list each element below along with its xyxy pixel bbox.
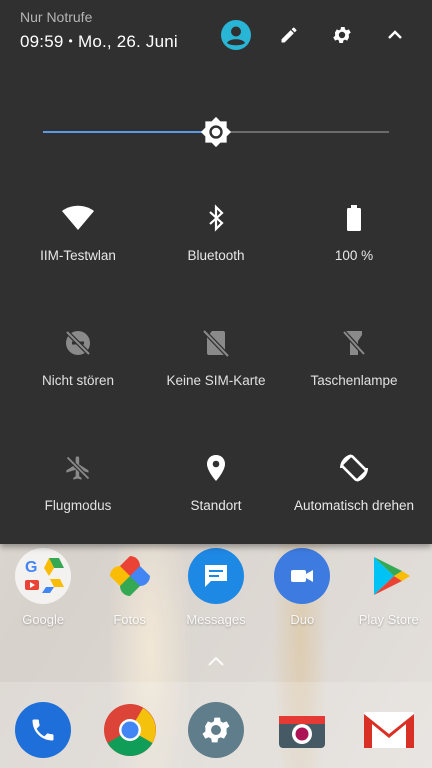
quick-settings-panel: Nur Notrufe 09:59 • Mo., 26. Juni IIM-Te…: [0, 0, 432, 544]
tile-auto-rotate[interactable]: Automatisch drehen: [282, 450, 426, 514]
tile-wifi[interactable]: IIM-Testwlan: [6, 200, 150, 264]
app-label: Play Store: [358, 612, 419, 627]
flashlight-off-icon: [336, 325, 372, 361]
gmail-icon: [361, 702, 417, 758]
tile-location[interactable]: Standort: [144, 450, 288, 514]
app-google-folder[interactable]: G Google: [3, 548, 83, 627]
tile-battery[interactable]: 100 %: [282, 200, 426, 264]
tile-label: IIM-Testwlan: [40, 248, 116, 263]
auto-rotate-icon: [336, 450, 372, 486]
collapse-chevron-up-icon: [388, 30, 402, 39]
tile-sim[interactable]: Keine SIM-Karte: [144, 325, 288, 389]
tile-flashlight[interactable]: Taschenlampe: [282, 325, 426, 389]
tile-label: Bluetooth: [187, 248, 245, 263]
app-photos[interactable]: Fotos: [90, 548, 170, 627]
svg-text:G: G: [25, 559, 37, 576]
date-text: Mo., 26. Juni: [77, 32, 178, 51]
app-messages[interactable]: Messages: [176, 548, 256, 627]
app-label: Google: [22, 612, 65, 627]
tile-label: Nicht stören: [41, 373, 115, 388]
edit-tiles-button[interactable]: [272, 18, 306, 52]
settings-gear-icon: [333, 26, 351, 44]
brightness-slider[interactable]: [43, 116, 389, 148]
separator-dot: •: [68, 34, 73, 48]
date-time[interactable]: 09:59 • Mo., 26. Juni: [20, 32, 178, 52]
status-header: Nur Notrufe 09:59 • Mo., 26. Juni: [20, 9, 178, 52]
user-account-icon: [221, 20, 251, 50]
chrome-icon: [102, 702, 158, 758]
clock-time: 09:59: [20, 32, 64, 51]
app-label: Duo: [290, 612, 315, 627]
dock-app-row: [0, 702, 432, 758]
app-label: Messages: [186, 612, 246, 627]
location-pin-icon: [198, 450, 234, 486]
dock-settings[interactable]: [176, 702, 256, 758]
app-duo[interactable]: Duo: [262, 548, 342, 627]
phone-icon: [15, 702, 72, 758]
app-drawer-chevron-icon[interactable]: [206, 654, 226, 673]
airplane-off-icon: [60, 450, 96, 486]
app-label: Fotos: [113, 612, 146, 627]
duo-icon: [274, 548, 331, 604]
edit-pencil-icon: [281, 27, 297, 43]
tile-bluetooth[interactable]: Bluetooth: [144, 200, 288, 264]
brightness-slider-thumb[interactable]: [200, 116, 232, 148]
tile-label: Taschenlampe: [310, 373, 398, 388]
home-app-row: G Google Fotos Messages Duo Play Store: [0, 548, 432, 627]
tile-label: Flugmodus: [44, 498, 112, 513]
settings-app-icon: [187, 702, 244, 758]
play-store-icon: [361, 548, 417, 604]
user-account-button[interactable]: [219, 18, 253, 52]
bluetooth-icon: [198, 200, 234, 236]
header-actions: [200, 18, 412, 52]
tile-do-not-disturb[interactable]: Nicht stören: [6, 325, 150, 389]
messages-icon: [187, 548, 244, 604]
brightness-slider-fill: [43, 131, 216, 133]
collapse-button[interactable]: [378, 18, 412, 52]
tile-label: Automatisch drehen: [293, 498, 415, 513]
dock-camera[interactable]: [262, 702, 342, 758]
no-sim-icon: [198, 325, 234, 361]
tile-label: Standort: [190, 498, 242, 513]
tile-label: 100 %: [334, 248, 374, 263]
photos-icon: [102, 548, 158, 604]
wifi-icon: [60, 200, 96, 236]
do-not-disturb-off-icon: [60, 325, 96, 361]
settings-button[interactable]: [325, 18, 359, 52]
dock-chrome[interactable]: [90, 702, 170, 758]
dock-gmail[interactable]: [349, 702, 429, 758]
battery-icon: [336, 200, 372, 236]
camera-icon: [274, 702, 330, 758]
tile-airplane-mode[interactable]: Flugmodus: [6, 450, 150, 514]
google-folder-icon: G: [15, 548, 72, 604]
dock-phone[interactable]: [3, 702, 83, 758]
app-play-store[interactable]: Play Store: [349, 548, 429, 627]
emergency-calls-only-text: Nur Notrufe: [20, 9, 93, 25]
tile-label: Keine SIM-Karte: [166, 373, 266, 388]
brightness-sun-icon: [200, 116, 232, 148]
